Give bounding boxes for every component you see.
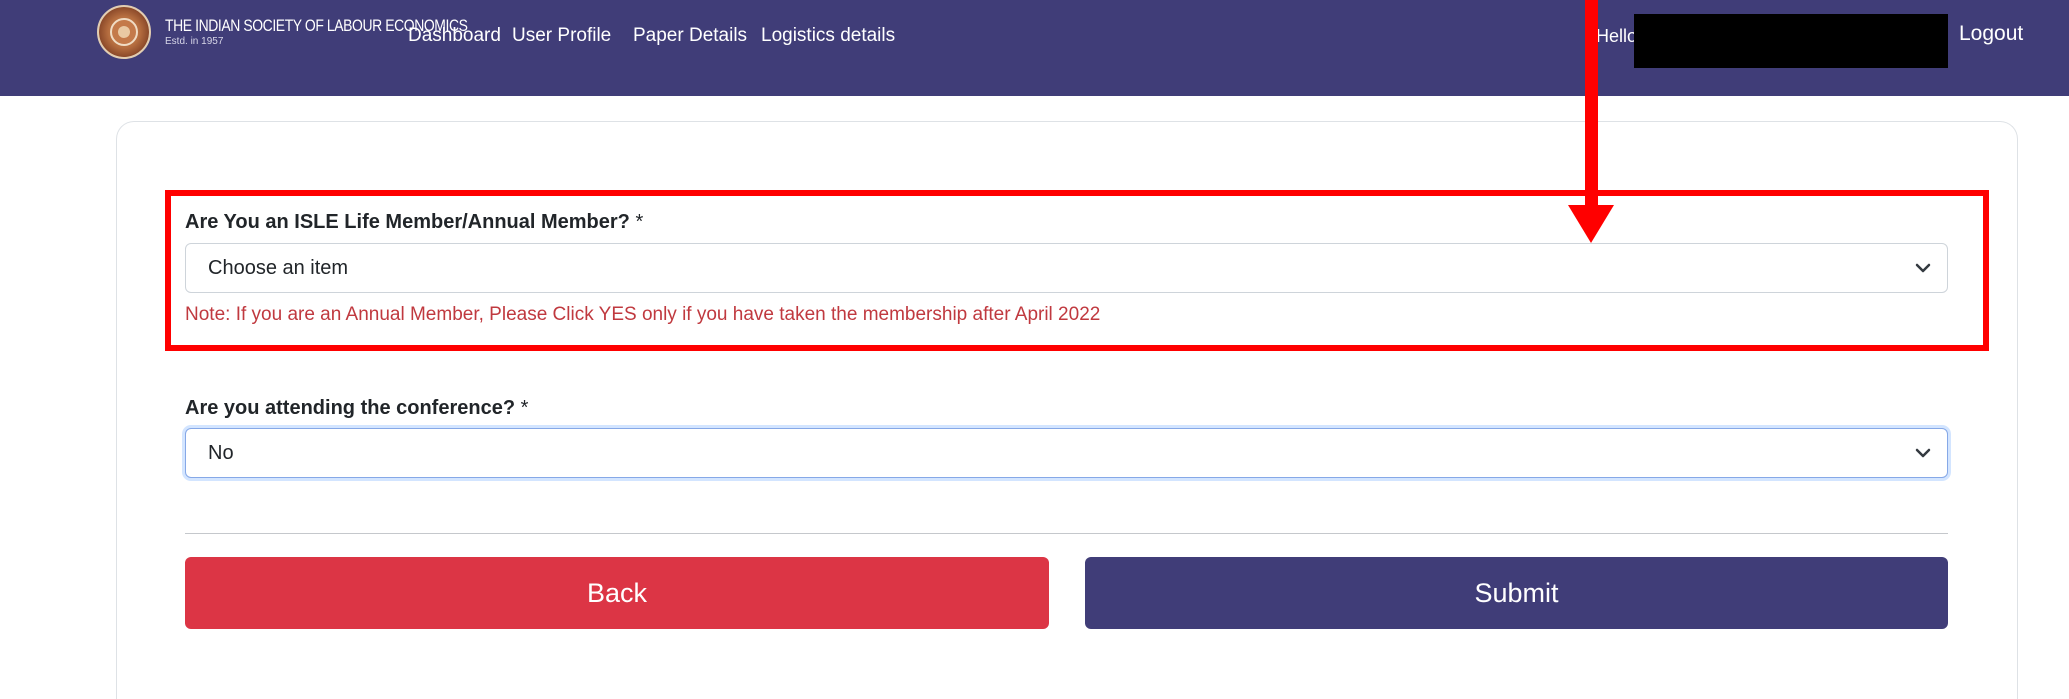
required-mark: *: [520, 397, 529, 419]
required-mark: *: [635, 211, 644, 233]
nav-dashboard[interactable]: Dashboard: [408, 25, 501, 47]
annotation-arrow-head: [1568, 205, 1614, 243]
membership-label-text: Are You an ISLE Life Member/Annual Membe…: [185, 211, 630, 233]
nav-paper-details[interactable]: Paper Details: [633, 25, 747, 47]
submit-button[interactable]: Submit: [1085, 557, 1948, 629]
membership-note: Note: If you are an Annual Member, Pleas…: [185, 304, 1101, 325]
logout-link[interactable]: Logout: [1959, 22, 2023, 46]
attending-select-value: No: [208, 442, 234, 464]
form-divider: [185, 533, 1948, 534]
attending-label-text: Are you attending the conference?: [185, 397, 516, 419]
membership-select-value: Choose an item: [208, 257, 349, 279]
back-button[interactable]: Back: [185, 557, 1049, 629]
chevron-down-icon: [1915, 448, 1931, 458]
nav-logistics-details[interactable]: Logistics details: [761, 25, 895, 47]
membership-select[interactable]: Choose an item: [185, 243, 1948, 293]
membership-label: Are You an ISLE Life Member/Annual Membe…: [185, 211, 643, 234]
greeting: Hello: [1596, 26, 1638, 46]
chevron-down-icon: [1915, 263, 1931, 273]
society-logo-icon[interactable]: [97, 5, 151, 59]
top-navbar: THE INDIAN SOCIETY OF LABOUR ECONOMICS E…: [0, 0, 2069, 96]
nav-user-profile[interactable]: User Profile: [512, 25, 611, 47]
attending-select[interactable]: No: [185, 428, 1948, 478]
redacted-username: [1634, 14, 1948, 68]
org-established: Estd. in 1957: [165, 36, 224, 47]
attending-label: Are you attending the conference? *: [185, 397, 528, 420]
annotation-arrow-shaft: [1585, 0, 1598, 210]
